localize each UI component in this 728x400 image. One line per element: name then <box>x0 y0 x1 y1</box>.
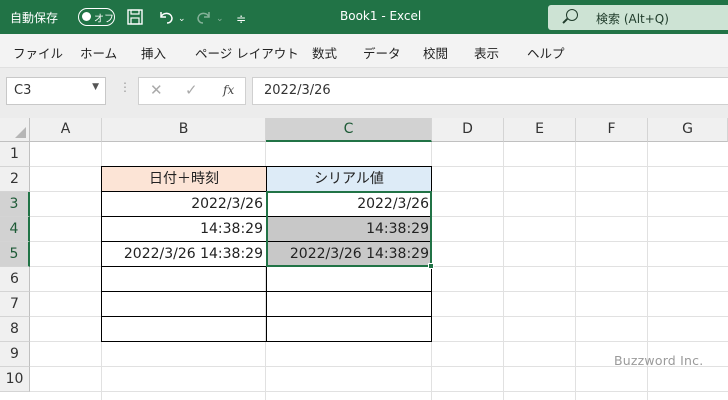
column-header-c[interactable]: C <box>266 118 432 142</box>
search-placeholder: 検索 (Alt+Q) <box>596 12 669 26</box>
formula-bar: C3 ▼ ⋮ ✕ ✓ fx 2022/3/26 <box>0 68 728 118</box>
selection-outline <box>266 191 432 267</box>
table-border <box>101 341 432 342</box>
column-header-e[interactable]: E <box>504 118 576 142</box>
menu-formulas[interactable]: 数式 <box>312 43 337 62</box>
column-header-g[interactable]: G <box>648 118 728 142</box>
formula-value: 2022/3/26 <box>264 83 331 98</box>
document-title: Book1 - Excel <box>340 9 422 23</box>
column-header-a[interactable]: A <box>30 118 102 142</box>
cancel-icon[interactable]: ✕ <box>150 81 163 99</box>
cell-b3[interactable]: 2022/3/26 <box>102 192 266 217</box>
ribbon-tabs: ファイル ホーム 挿入 ページ レイアウト 数式 データ 校閲 表示 ヘルプ <box>0 34 728 68</box>
row-header-2[interactable]: 2 <box>0 167 30 192</box>
autosave-state: オフ <box>94 14 114 25</box>
column-header-f[interactable]: F <box>576 118 648 142</box>
row-header-1[interactable]: 1 <box>0 142 30 167</box>
row-header-9[interactable]: 9 <box>0 342 30 367</box>
column-header-d[interactable]: D <box>432 118 504 142</box>
more-options-icon: ⋮ <box>119 80 131 94</box>
toggle-knob <box>82 12 91 21</box>
table-border <box>101 166 432 167</box>
menu-file[interactable]: ファイル <box>13 43 63 62</box>
table-border <box>101 316 432 317</box>
formula-buttons: ✕ ✓ fx <box>138 77 246 105</box>
search-icon <box>566 9 578 21</box>
fill-handle[interactable] <box>428 263 434 269</box>
enter-icon[interactable]: ✓ <box>185 81 198 99</box>
table-border <box>101 291 432 292</box>
row-header-3[interactable]: 3 <box>0 192 30 217</box>
redo-dropdown-icon[interactable]: ⌄ <box>216 9 224 29</box>
title-bar: 自動保存 オフ ⌄ ⌄ ≑ Book1 - Excel 検索 (Alt+Q) <box>0 0 728 34</box>
save-icon[interactable] <box>127 9 143 25</box>
cell-b2[interactable]: 日付＋時刻 <box>102 167 266 192</box>
menu-page-layout[interactable]: ページ レイアウト <box>195 43 299 62</box>
customize-icon[interactable]: ≑ <box>236 9 246 29</box>
insert-function-icon[interactable]: fx <box>223 83 234 97</box>
redo-icon[interactable] <box>195 8 213 26</box>
cell-b5[interactable]: 2022/3/26 14:38:29 <box>102 242 266 267</box>
select-all-icon <box>15 127 26 138</box>
autosave-label: 自動保存 <box>10 11 59 25</box>
menu-view[interactable]: 表示 <box>474 43 499 62</box>
gridline <box>503 142 504 400</box>
undo-dropdown-icon[interactable]: ⌄ <box>178 9 186 29</box>
menu-home[interactable]: ホーム <box>80 43 117 62</box>
name-box-value: C3 <box>14 83 32 98</box>
menu-data[interactable]: データ <box>363 43 401 62</box>
autosave-toggle[interactable]: オフ <box>78 8 115 26</box>
menu-insert[interactable]: 挿入 <box>141 43 166 62</box>
cell-c2[interactable]: シリアル値 <box>266 167 432 192</box>
menu-review[interactable]: 校閲 <box>423 43 448 62</box>
watermark: Buzzword Inc. <box>614 353 704 368</box>
row-header-5[interactable]: 5 <box>0 242 30 267</box>
select-all-corner[interactable] <box>0 118 30 142</box>
row-header-10[interactable]: 10 <box>0 367 30 392</box>
row-header-7[interactable]: 7 <box>0 292 30 317</box>
search-box[interactable]: 検索 (Alt+Q) <box>548 5 728 30</box>
formula-input[interactable]: 2022/3/26 <box>252 77 728 105</box>
gridline <box>575 142 576 400</box>
undo-icon[interactable] <box>157 8 175 26</box>
row-header-8[interactable]: 8 <box>0 317 30 342</box>
menu-help[interactable]: ヘルプ <box>527 43 565 62</box>
column-header-b[interactable]: B <box>102 118 266 142</box>
row-header-6[interactable]: 6 <box>0 267 30 292</box>
chevron-down-icon[interactable]: ▼ <box>92 82 99 92</box>
gridline <box>30 391 728 392</box>
row-header-4[interactable]: 4 <box>0 217 30 242</box>
worksheet-grid[interactable]: A B C D E F G 1 2 3 4 5 6 7 8 9 10 日付＋時刻… <box>0 118 728 400</box>
cell-b4[interactable]: 14:38:29 <box>102 217 266 242</box>
name-box[interactable]: C3 ▼ <box>6 77 106 105</box>
